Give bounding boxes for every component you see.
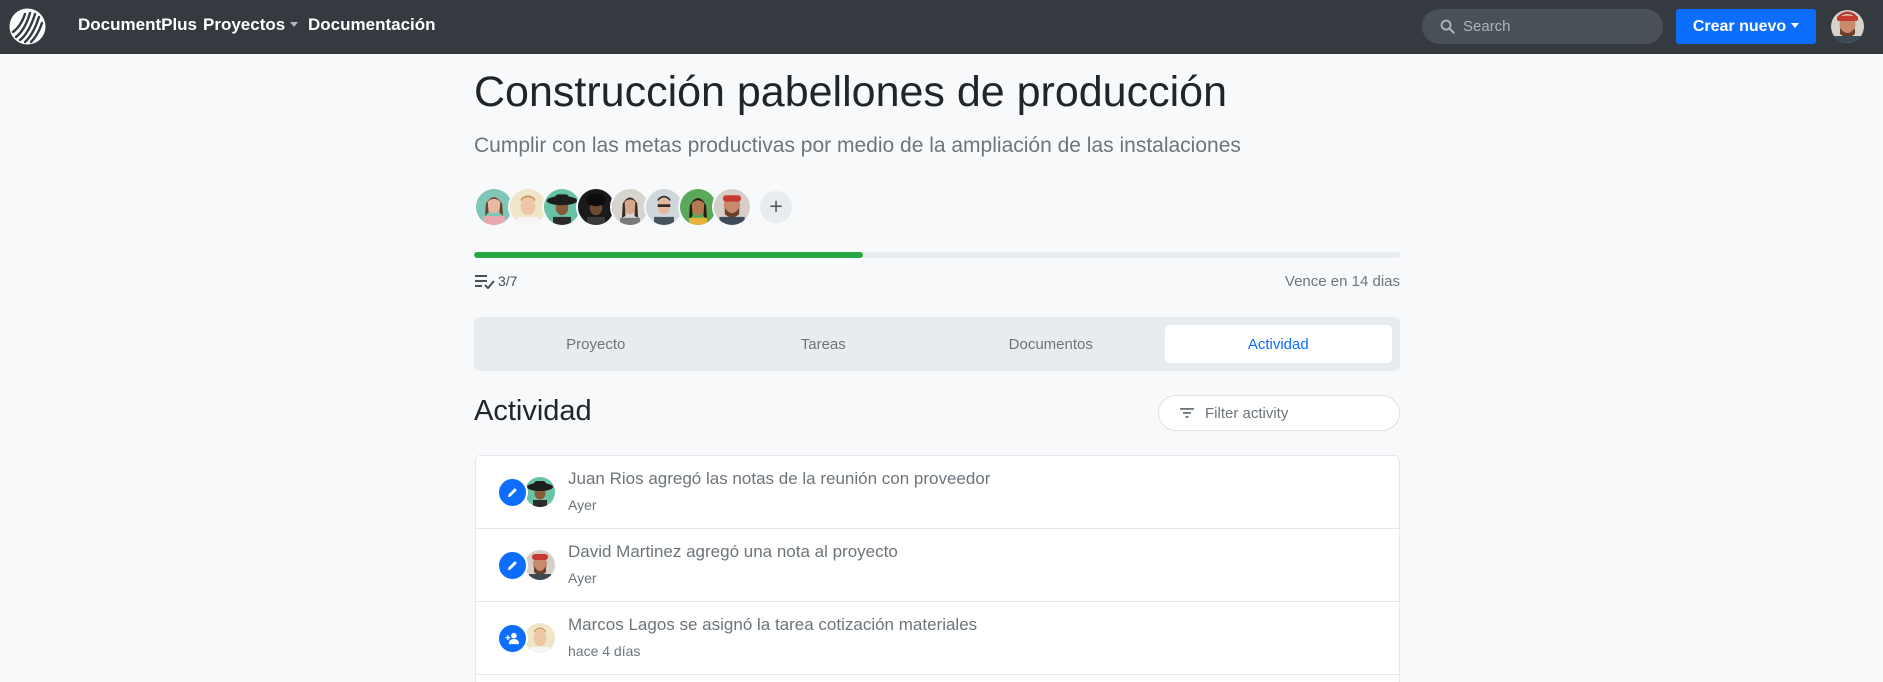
add-member-button[interactable]: + [760,191,792,223]
pencil-icon [497,477,528,508]
activity-item[interactable]: Marcos Lagos se asignó la tarea cotizaci… [476,602,1399,675]
tab-proyecto[interactable]: Proyecto [482,325,710,363]
page-title: Construcción pabellones de producción [474,68,1227,116]
create-new-label: Crear nuevo [1692,17,1787,35]
brand-name[interactable]: DocumentPlus [78,15,197,35]
checklist-icon [475,275,495,289]
avatar[interactable] [712,187,752,227]
search-icon [1440,19,1455,34]
progress-bar-fill [474,252,863,258]
search-input[interactable] [1463,18,1653,35]
search-box[interactable] [1422,9,1663,44]
activity-item[interactable] [476,675,1399,682]
page-subtitle: Cumplir con las metas productivas por me… [474,134,1241,157]
filter-icon [1180,408,1194,418]
activity-item[interactable]: David Martinez agregó una nota al proyec… [476,529,1399,602]
section-title: Actividad [474,395,592,427]
nav-documentacion[interactable]: Documentación [308,15,436,35]
filter-input[interactable] [1205,404,1385,422]
nav-documentacion-label: Documentación [308,15,436,34]
project-tabs: Proyecto Tareas Documentos Actividad [474,317,1400,371]
filter-box[interactable] [1158,395,1400,431]
activity-text: Juan Rios agregó las notas de la reunión… [568,469,991,488]
member-avatars: + [474,186,792,228]
tab-actividad[interactable]: Actividad [1164,325,1392,363]
activity-item[interactable]: Juan Rios agregó las notas de la reunión… [476,456,1399,529]
tab-tareas[interactable]: Tareas [710,325,938,363]
logo-icon[interactable] [9,8,46,45]
activity-time: hace 4 días [568,643,641,659]
progress-bar [474,252,1400,258]
tab-documentos[interactable]: Documentos [937,325,1165,363]
pencil-icon [497,550,528,581]
user-avatar[interactable] [1831,10,1864,43]
chevron-down-icon [290,22,299,28]
nav-proyectos[interactable]: Proyectos [203,15,299,35]
activity-time: Ayer [568,570,597,586]
tasks-counter-value: 3/7 [498,273,518,289]
nav-proyectos-label: Proyectos [203,15,286,34]
avatar [525,550,555,580]
activity-time: Ayer [568,497,597,513]
activity-list: Juan Rios agregó las notas de la reunión… [475,455,1400,682]
activity-text: Marcos Lagos se asignó la tarea cotizaci… [568,615,978,634]
due-date: Vence en 14 dias [1284,273,1400,290]
chevron-down-icon [1791,23,1800,28]
create-new-button[interactable]: Crear nuevo [1676,9,1816,44]
activity-text: David Martinez agregó una nota al proyec… [568,542,898,561]
avatar [525,623,555,653]
tasks-counter[interactable]: 3/7 [474,273,517,289]
top-navbar: DocumentPlus Proyectos Documentación Cre… [0,0,1883,54]
user-add-icon [497,623,528,654]
avatar [525,477,555,507]
